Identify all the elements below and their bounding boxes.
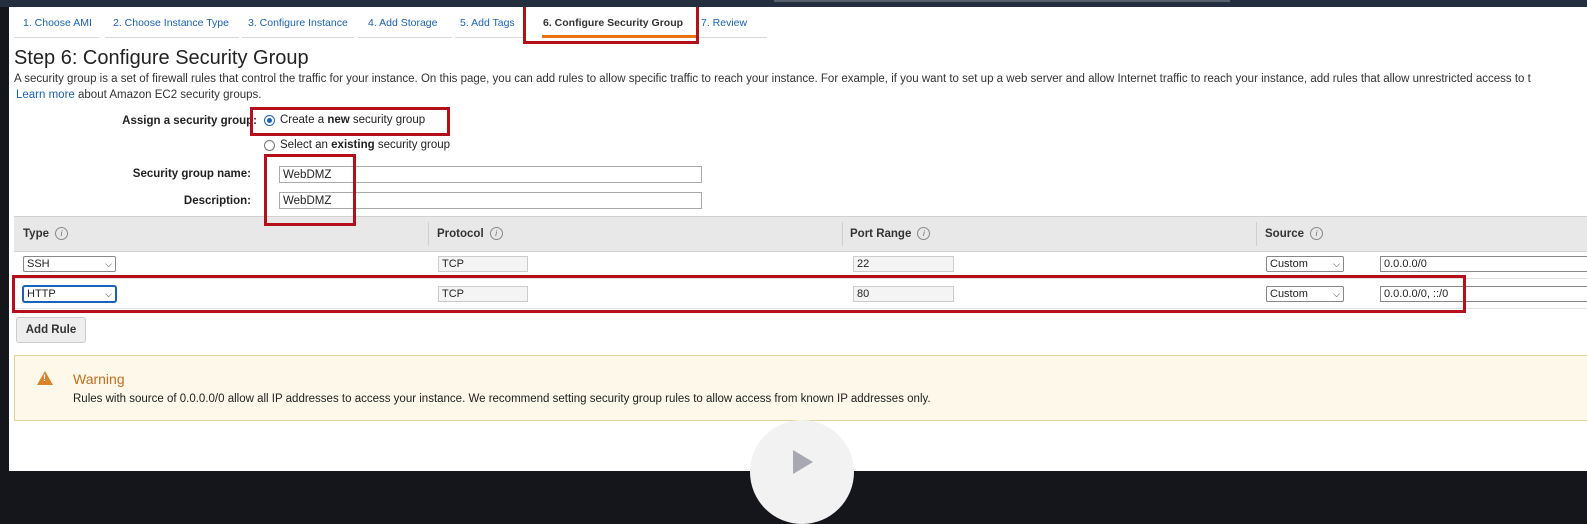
tab-choose-ami[interactable]: 1. Choose AMI: [23, 17, 92, 29]
info-icon[interactable]: i: [1310, 227, 1323, 240]
source-cidr-input[interactable]: 0.0.0.0/0, ::/0: [1380, 286, 1587, 302]
table-row: HTTP ⌵ TCP 80 Custom ⌵ 0.0.0.0/0, ::/0: [14, 280, 1587, 309]
radio-select-existing-label: Select an existing security group: [280, 139, 451, 151]
tab-add-tags[interactable]: 5. Add Tags: [460, 17, 515, 29]
tab-divider: [105, 37, 239, 38]
learn-more-line: Learn more about Amazon EC2 security gro…: [16, 89, 261, 101]
port-range-field: 80: [853, 286, 954, 302]
tab-divider: [455, 37, 525, 38]
table-row: SSH ⌵ TCP 22 Custom ⌵ 0.0.0.0/0: [14, 250, 1587, 279]
radio-button[interactable]: [264, 139, 275, 151]
tab-add-storage[interactable]: 4. Add Storage: [368, 17, 437, 29]
column-header-source: Source i: [1265, 227, 1323, 240]
tab-configure-security-group[interactable]: 6. Configure Security Group: [543, 17, 683, 29]
type-select[interactable]: HTTP ⌵: [23, 286, 116, 302]
learn-more-text: about Amazon EC2 security groups.: [74, 89, 262, 101]
wizard-step-tabs: 1. Choose AMI 2. Choose Instance Type 3.…: [9, 7, 1587, 41]
radio-button-selected[interactable]: [264, 114, 275, 126]
chevron-down-icon: ⌵: [105, 259, 112, 269]
chevron-down-icon: ⌵: [1333, 289, 1340, 299]
console-search-bar[interactable]: [774, 0, 1230, 2]
security-group-name-input[interactable]: WebDMZ: [279, 166, 702, 183]
port-range-field: 22: [853, 256, 954, 272]
protocol-field: TCP: [438, 256, 528, 272]
description-label: Description:: [183, 195, 251, 207]
tab-divider: [699, 37, 767, 38]
column-divider: [1256, 222, 1257, 246]
active-tab-indicator: [542, 35, 699, 38]
security-group-name-label: Security group name:: [132, 168, 251, 180]
rules-table-header: Type i Protocol i Port Range i Source i: [14, 216, 1587, 252]
add-rule-button[interactable]: Add Rule: [16, 317, 86, 343]
launch-wizard-page: 1. Choose AMI 2. Choose Instance Type 3.…: [9, 7, 1587, 471]
tab-divider: [242, 37, 354, 38]
tab-review[interactable]: 7. Review: [701, 17, 747, 29]
warning-title: Warning: [73, 371, 125, 387]
info-icon[interactable]: i: [917, 227, 931, 240]
radio-select-existing-group[interactable]: Select an existing security group: [264, 139, 450, 151]
page-intro: A security group is a set of firewall ru…: [14, 73, 1531, 85]
chevron-down-icon: ⌵: [1333, 259, 1340, 269]
info-icon[interactable]: i: [489, 227, 503, 240]
source-mode-select[interactable]: Custom ⌵: [1266, 256, 1344, 272]
source-cidr-input[interactable]: 0.0.0.0/0: [1380, 256, 1587, 272]
column-header-port-range: Port Range i: [850, 227, 931, 240]
aws-console-top-bar: [0, 0, 1587, 7]
tab-divider: [14, 37, 99, 38]
warning-triangle-icon: !: [37, 371, 53, 385]
column-header-type: Type i: [23, 227, 68, 240]
warning-alert: ! Warning Rules with source of 0.0.0.0/0…: [14, 355, 1587, 421]
page-title: Step 6: Configure Security Group: [14, 47, 309, 69]
column-header-protocol: Protocol i: [437, 227, 503, 240]
tab-divider: [358, 37, 452, 38]
protocol-field: TCP: [438, 286, 528, 302]
tab-configure-instance[interactable]: 3. Configure Instance: [248, 17, 348, 29]
source-mode-select[interactable]: Custom ⌵: [1266, 286, 1344, 302]
tab-choose-instance-type[interactable]: 2. Choose Instance Type: [113, 17, 229, 29]
chevron-down-icon: ⌵: [105, 289, 112, 299]
radio-create-new-label: Create a new security group: [280, 114, 426, 126]
column-divider: [842, 222, 843, 246]
radio-create-new-group[interactable]: Create a new security group: [264, 114, 425, 126]
type-select[interactable]: SSH ⌵: [23, 256, 116, 272]
info-icon[interactable]: i: [55, 227, 68, 240]
warning-text: Rules with source of 0.0.0.0/0 allow all…: [73, 393, 931, 405]
learn-more-link[interactable]: Learn more: [16, 89, 75, 101]
assign-security-group-label: Assign a security group:: [122, 115, 257, 127]
description-input[interactable]: WebDMZ: [279, 192, 702, 209]
column-divider: [428, 222, 429, 246]
play-icon: [793, 450, 813, 474]
